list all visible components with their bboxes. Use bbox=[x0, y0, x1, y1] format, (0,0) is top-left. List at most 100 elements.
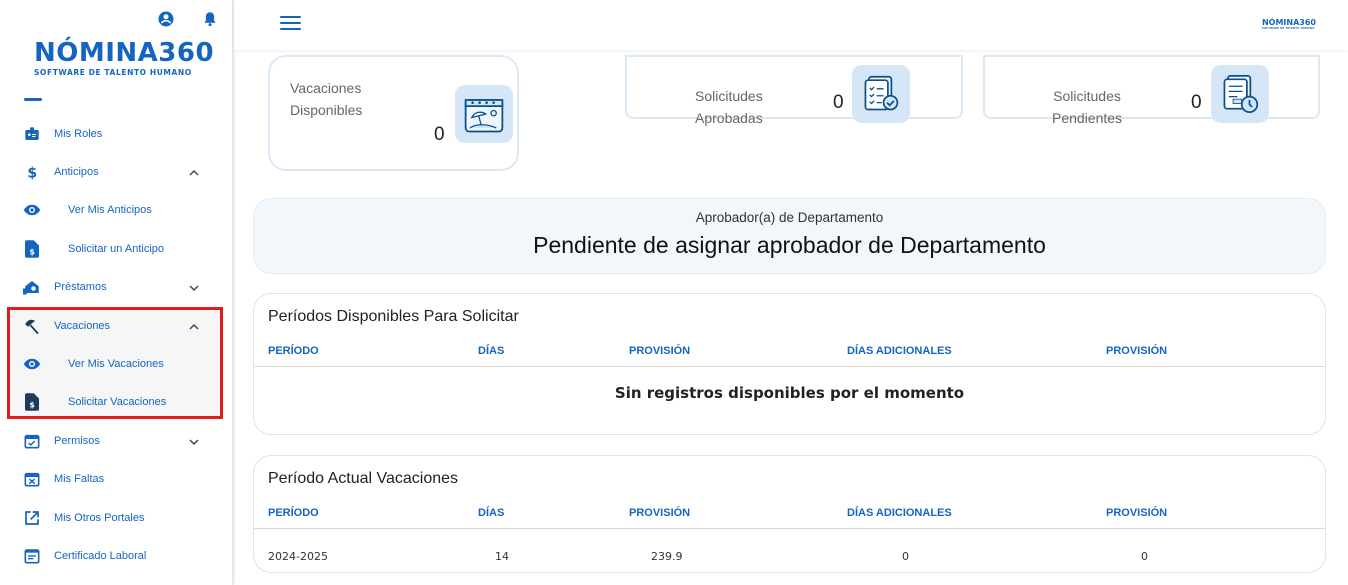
column-header: PERÍODO bbox=[268, 345, 319, 357]
svg-text:$: $ bbox=[29, 400, 34, 409]
stat-label: Solicitudes Aprobadas bbox=[695, 85, 763, 129]
sidebar-item-mis-roles[interactable]: Mis Roles bbox=[0, 115, 232, 153]
periodos-disponibles-panel: Períodos Disponibles Para Solicitar PERÍ… bbox=[253, 293, 1326, 435]
table-cell: 0 bbox=[1141, 550, 1148, 563]
stat-card-solicitudes-pendientes: Solicitudes Pendientes 0 bbox=[983, 55, 1320, 126]
eye-icon bbox=[23, 355, 41, 373]
sidebar-item-ver-mis-vacaciones[interactable]: Ver Mis Vacaciones bbox=[0, 345, 232, 383]
table-cell: 0 bbox=[902, 550, 909, 563]
empty-state-text: Sin registros disponibles por el momento bbox=[614, 384, 965, 402]
request-doc-icon: $ bbox=[23, 240, 41, 258]
app-root: NÓMINA360 SOFTWARE DE TALENTO HUMANO Mis… bbox=[0, 0, 1348, 585]
sidebar-item-label: Mis Otros Portales bbox=[54, 512, 145, 524]
stat-label: Solicitudes Pendientes bbox=[1052, 85, 1122, 129]
sidebar: NÓMINA360 SOFTWARE DE TALENTO HUMANO Mis… bbox=[0, 0, 233, 585]
stat-label-line2: Pendientes bbox=[1052, 110, 1123, 126]
stat-card-vacaciones-disponibles: Vacaciones Disponibles 0 bbox=[268, 55, 519, 171]
column-header: PERÍODO bbox=[268, 507, 319, 519]
column-header: DÍAS bbox=[478, 507, 505, 519]
eye-icon bbox=[23, 201, 41, 219]
sidebar-top-icons bbox=[157, 10, 219, 28]
account-icon[interactable] bbox=[157, 10, 175, 28]
svg-text:$: $ bbox=[27, 165, 37, 181]
sidebar-item-anticipos[interactable]: $ Anticipos bbox=[0, 153, 232, 191]
column-header: PROVISIÓN bbox=[1106, 345, 1168, 357]
stat-label-line1: Solicitudes bbox=[695, 88, 763, 104]
header-logo: NÓMINA360 SOFTWARE DE TALENTO HUMANO bbox=[1262, 18, 1316, 30]
sidebar-item-label: Ver Mis Vacaciones bbox=[68, 358, 164, 370]
approver-label: Aprobador(a) de Departamento bbox=[695, 210, 884, 225]
header-logo-subtitle: SOFTWARE DE TALENTO HUMANO bbox=[1261, 27, 1315, 30]
sidebar-item-label: Vacaciones bbox=[54, 320, 111, 332]
stat-value: 0 bbox=[833, 92, 844, 113]
sidebar-item-vacaciones[interactable]: Vacaciones bbox=[0, 307, 232, 345]
stat-label: Vacaciones Disponibles bbox=[290, 77, 362, 121]
sidebar-item-solicitar-anticipo[interactable]: $ Solicitar un Anticipo bbox=[0, 230, 232, 268]
badge-icon bbox=[23, 125, 41, 143]
dollar-icon: $ bbox=[23, 163, 41, 181]
panel-title: Períodos Disponibles Para Solicitar bbox=[268, 308, 519, 325]
sidebar-item-mis-faltas[interactable]: Mis Faltas bbox=[0, 460, 232, 498]
stat-value: 0 bbox=[1191, 92, 1202, 113]
column-header: PROVISIÓN bbox=[1106, 507, 1168, 519]
sidebar-item-solicitar-vacaciones[interactable]: $ Solicitar Vacaciones bbox=[0, 383, 232, 421]
column-header: PROVISIÓN bbox=[629, 345, 691, 357]
menu-icon[interactable] bbox=[280, 16, 301, 31]
stat-label-line1: Solicitudes bbox=[1053, 88, 1121, 104]
sidebar-item-ver-mis-anticipos[interactable]: Ver Mis Anticipos bbox=[0, 191, 232, 229]
column-header: PROVISIÓN bbox=[629, 507, 691, 519]
sidebar-item-label: Solicitar Vacaciones bbox=[68, 396, 167, 408]
bell-icon[interactable] bbox=[201, 10, 219, 28]
table-cell: 14 bbox=[495, 550, 509, 563]
logo-subtitle: SOFTWARE DE TALENTO HUMANO bbox=[34, 68, 192, 77]
table-cell: 2024-2025 bbox=[268, 550, 328, 563]
sidebar-item-mis-otros-portales[interactable]: Mis Otros Portales bbox=[0, 499, 232, 537]
beach-umbrella-icon bbox=[23, 317, 41, 335]
column-header: DÍAS bbox=[478, 345, 505, 357]
sidebar-item-label: Mis Roles bbox=[54, 128, 103, 140]
pending-document-icon bbox=[1211, 65, 1269, 123]
column-header: DÍAS ADICIONALES bbox=[847, 345, 952, 357]
table-cell: 239.9 bbox=[651, 550, 683, 563]
external-link-icon bbox=[23, 509, 41, 527]
table-row: 2024-2025 14 239.9 0 0 bbox=[254, 550, 1325, 570]
calendar-check-icon bbox=[23, 432, 41, 450]
request-doc-icon: $ bbox=[23, 393, 41, 411]
brand-logo: NÓMINA360 SOFTWARE DE TALENTO HUMANO bbox=[34, 38, 215, 77]
stat-card-solicitudes-aprobadas: Solicitudes Aprobadas 0 bbox=[625, 55, 963, 126]
chevron-down-icon bbox=[188, 281, 200, 293]
sidebar-item-label: Permisos bbox=[54, 435, 100, 447]
svg-text:$: $ bbox=[29, 247, 34, 256]
sidebar-item-label: Certificado Laboral bbox=[54, 550, 147, 562]
approver-panel: Aprobador(a) de Departamento Pendiente d… bbox=[253, 198, 1326, 274]
sidebar-item-label: Anticipos bbox=[54, 166, 99, 178]
table-header: PERÍODO DÍAS PROVISIÓN DÍAS ADICIONALES … bbox=[254, 345, 1325, 367]
sidebar-item-permisos[interactable]: Permisos bbox=[0, 422, 232, 460]
header-logo-title: NÓMINA360 bbox=[1261, 18, 1316, 27]
top-bar: NÓMINA360 SOFTWARE DE TALENTO HUMANO bbox=[234, 0, 1348, 50]
sidebar-item-certificado-laboral[interactable]: Certificado Laboral bbox=[0, 537, 232, 575]
stat-label-line2: Aprobadas bbox=[695, 110, 763, 126]
logo-title: NÓMINA360 bbox=[34, 38, 215, 68]
periodo-actual-panel: Período Actual Vacaciones PERÍODO DÍAS P… bbox=[253, 455, 1326, 573]
panel-title: Período Actual Vacaciones bbox=[268, 470, 459, 487]
sidebar-item-label: Mis Faltas bbox=[54, 473, 105, 485]
beach-calendar-icon bbox=[455, 85, 513, 143]
loan-icon bbox=[23, 278, 41, 296]
approved-document-icon bbox=[852, 65, 910, 123]
clipped-nav-item bbox=[24, 98, 42, 101]
sidebar-item-label: Solicitar un Anticipo bbox=[68, 243, 164, 255]
approver-value: Pendiente de asignar aprobador de Depart… bbox=[533, 232, 1046, 258]
sidebar-item-prestamos[interactable]: Préstamos bbox=[0, 268, 232, 306]
calendar-x-icon bbox=[23, 470, 41, 488]
stat-label-line1: Vacaciones bbox=[290, 80, 362, 96]
chevron-up-icon bbox=[188, 166, 200, 178]
certificate-icon bbox=[23, 547, 41, 565]
stat-label-line2: Disponibles bbox=[290, 102, 363, 118]
stat-value: 0 bbox=[434, 124, 445, 145]
sidebar-item-label: Préstamos bbox=[54, 281, 107, 293]
table-header: PERÍODO DÍAS PROVISIÓN DÍAS ADICIONALES … bbox=[254, 507, 1325, 529]
chevron-up-icon bbox=[188, 320, 200, 332]
sidebar-item-label: Ver Mis Anticipos bbox=[68, 204, 152, 216]
chevron-down-icon bbox=[188, 435, 200, 447]
